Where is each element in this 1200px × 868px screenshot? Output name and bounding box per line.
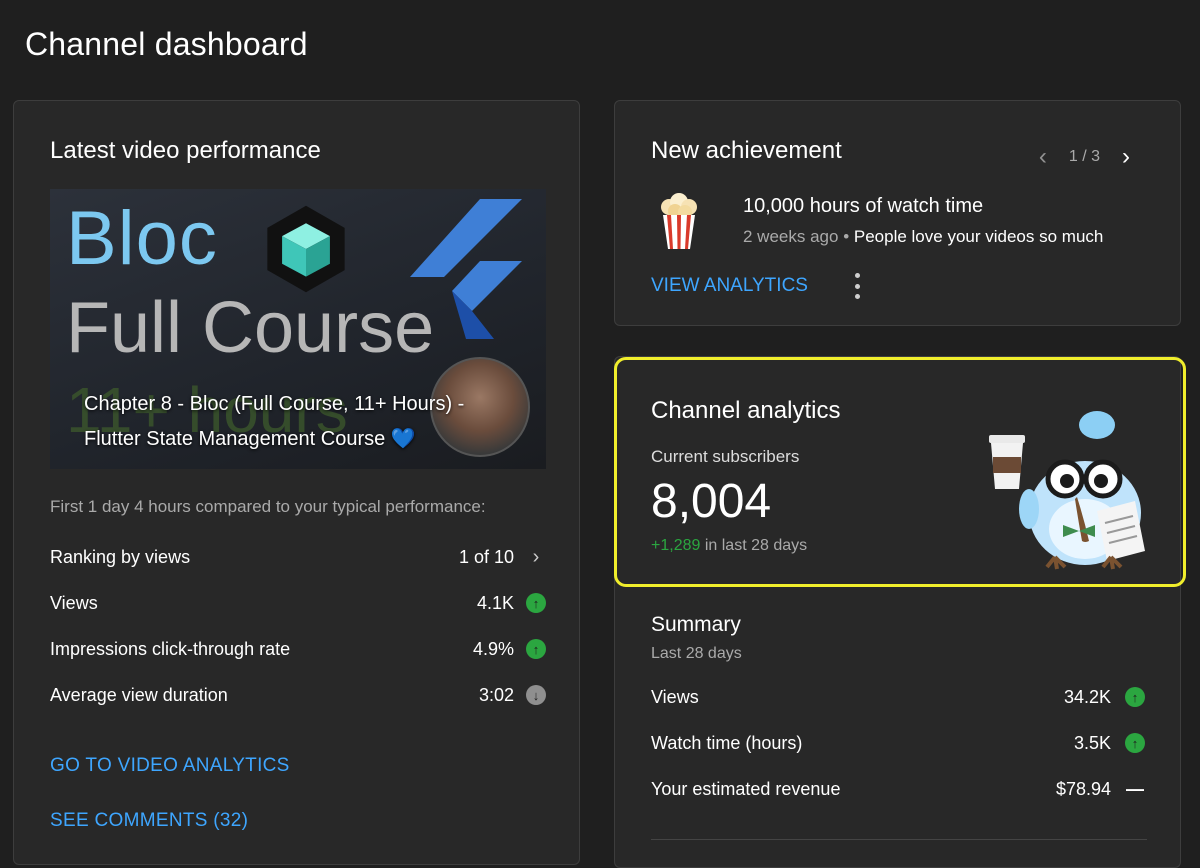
summary-label: Your estimated revenue [651, 778, 841, 799]
summary-value: $78.94 [1055, 778, 1111, 799]
chevron-right-icon[interactable]: › [1114, 143, 1138, 171]
arrow-up-icon: ↑ [526, 593, 546, 613]
achievement-message: People love your videos so much [853, 227, 1104, 246]
divider [651, 839, 1147, 840]
go-to-video-analytics-button[interactable]: GO TO VIDEO ANALYTICS [50, 755, 290, 777]
thumbnail-bloc-text: Bloc [66, 196, 218, 281]
metric-row-ctr: Impressions click-through rate 4.9% ↑ [50, 634, 546, 664]
achievement-name: 10,000 hours of watch time [743, 195, 984, 217]
summary-label: Views [651, 686, 699, 707]
arrow-up-icon: ↑ [1125, 687, 1145, 707]
view-analytics-button[interactable]: VIEW ANALYTICS [651, 275, 808, 297]
metric-row-avg-duration: Average view duration 3:02 ↓ [50, 680, 546, 710]
metric-row-ranking[interactable]: Ranking by views 1 of 10 › [50, 542, 546, 572]
pager-position: 1 / 3 [1068, 148, 1100, 165]
channel-analytics-card: Channel analytics Current subscribers 8,… [614, 356, 1186, 868]
arrow-up-icon: ↑ [526, 639, 546, 659]
subscribers-change-value: +1,289 [651, 537, 701, 554]
mascot-illustration [989, 411, 1145, 570]
summary-period: Last 28 days [651, 645, 742, 662]
metric-value: 3:02 [478, 684, 514, 705]
metric-value: 4.9% [472, 638, 514, 659]
chevron-right-icon: › [532, 545, 540, 568]
subscribers-change: +1,289 in last 28 days [651, 537, 807, 555]
metric-value: 1 of 10 [458, 546, 514, 567]
subscribers-change-suffix: in last 28 days [704, 537, 808, 554]
chevron-left-icon[interactable]: ‹ [1031, 143, 1055, 171]
metric-label: Impressions click-through rate [50, 638, 291, 659]
achievement-pager: ‹ 1 / 3 › [1031, 143, 1138, 171]
separator-dot: • [843, 227, 850, 246]
video-thumbnail[interactable]: Bloc Full Course 11+ hours Chapter 8 - B… [50, 189, 546, 469]
summary-value: 34.2K [1063, 686, 1111, 707]
bloc-logo-icon [267, 205, 345, 293]
channel-dashboard: Channel dashboard Latest video performan… [0, 0, 1200, 868]
summary-title: Summary [651, 613, 741, 636]
metric-row-views: Views 4.1K ↑ [50, 588, 546, 618]
achievement-subtitle: 2 weeks ago • People love your videos so… [743, 227, 1103, 247]
arrow-up-icon: ↑ [1125, 733, 1145, 753]
thumbnail-full-course-text: Full Course [66, 288, 435, 368]
metric-value: 4.1K [476, 592, 514, 613]
subscribers-label: Current subscribers [651, 447, 800, 466]
arrow-down-icon: ↓ [526, 685, 546, 705]
comparison-text: First 1 day 4 hours compared to your typ… [50, 497, 486, 516]
metric-label: Views [50, 592, 98, 613]
summary-value: 3.5K [1073, 732, 1111, 753]
metric-label: Ranking by views [50, 546, 191, 567]
more-vert-icon[interactable] [851, 273, 863, 299]
channel-analytics-title: Channel analytics [651, 397, 841, 424]
summary-row-views: Views 34.2K ↑ [651, 682, 1145, 712]
achievement-title: New achievement [651, 137, 842, 164]
dash-icon: — [1126, 778, 1144, 799]
summary-row-watch-time: Watch time (hours) 3.5K ↑ [651, 728, 1145, 758]
summary-label: Watch time (hours) [651, 732, 803, 753]
summary-row-revenue: Your estimated revenue $78.94 — [651, 774, 1145, 804]
achievement-card: New achievement ‹ 1 / 3 › 10,000 hours o… [614, 100, 1181, 326]
latest-video-card: Latest video performance Bloc Full Cours… [13, 100, 580, 865]
video-title: Chapter 8 - Bloc (Full Course, 11+ Hours… [84, 393, 465, 450]
see-comments-button[interactable]: SEE COMMENTS (32) [50, 810, 248, 832]
subscribers-count: 8,004 [651, 475, 772, 528]
latest-video-title: Latest video performance [50, 137, 321, 164]
popcorn-icon [661, 193, 697, 249]
metric-label: Average view duration [50, 684, 228, 705]
achievement-time: 2 weeks ago [743, 227, 839, 246]
page-title: Channel dashboard [25, 26, 308, 62]
